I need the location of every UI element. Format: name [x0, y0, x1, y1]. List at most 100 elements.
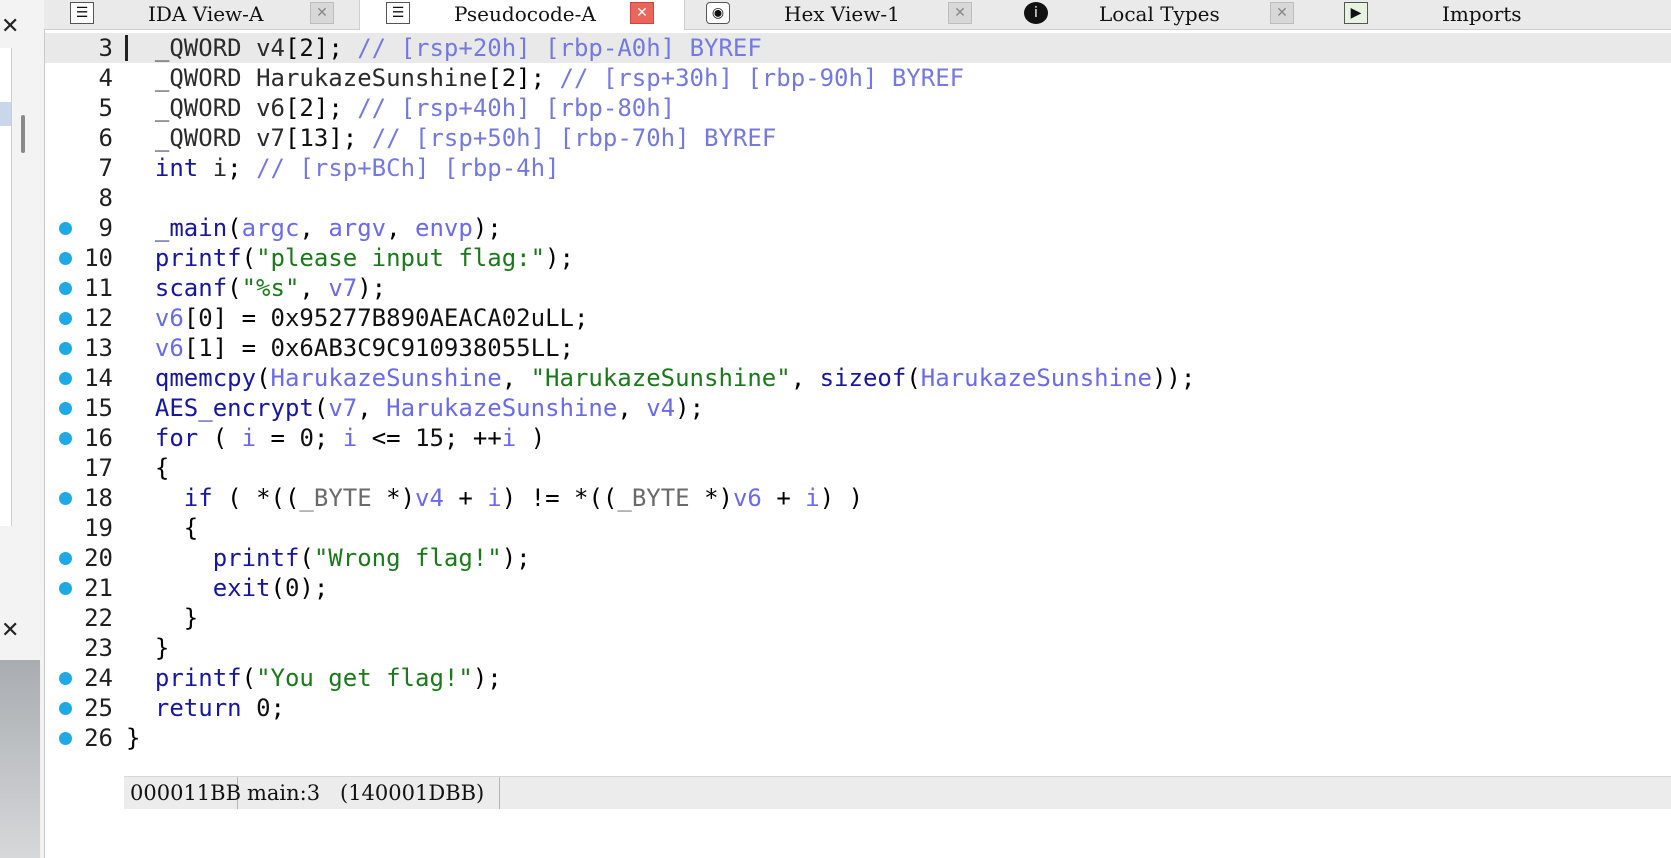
code-line[interactable]: 21 exit(0); [45, 573, 1671, 603]
pseudocode-view[interactable]: 3 _QWORD v4[2]; // [rsp+20h] [rbp-A0h] B… [45, 33, 1671, 828]
breakpoint-marker-icon[interactable] [59, 582, 72, 595]
breakpoint-marker-icon[interactable] [59, 402, 72, 415]
breakpoint-marker-icon[interactable] [59, 222, 72, 235]
line-number: 21 [84, 574, 113, 602]
tab-ida-view-a[interactable]: ☰ IDA View-A ✕ [44, 0, 349, 29]
info-icon: i [1024, 2, 1048, 24]
code-text: qmemcpy(HarukazeSunshine, "HarukazeSunsh… [154, 364, 1196, 392]
code-text: printf("please input flag:"); [154, 244, 574, 272]
breakpoint-marker-icon[interactable] [59, 312, 72, 325]
code-line[interactable]: 11 scanf("%s", v7); [45, 273, 1671, 303]
code-text: { [154, 454, 170, 482]
code-line[interactable]: 7 int i; // [rsp+BCh] [rbp-4h] [45, 153, 1671, 183]
tab-label: Pseudocode-A [454, 2, 596, 26]
tab-label: IDA View-A [148, 2, 264, 26]
code-line[interactable]: 16 for ( i = 0; i <= 15; ++i ) [45, 423, 1671, 453]
close-icon[interactable]: ✕ [1, 620, 19, 642]
line-number: 14 [84, 364, 113, 392]
left-dock-strip: ✕ ✕ [0, 0, 45, 858]
code-line[interactable]: 8 [45, 183, 1671, 213]
code-line[interactable]: 9 _main(argc, argv, envp); [45, 213, 1671, 243]
code-text: } [154, 634, 170, 662]
close-icon[interactable]: ✕ [1270, 2, 1294, 24]
line-number: 19 [84, 514, 113, 542]
hex-icon: ◉ [706, 2, 730, 24]
code-line[interactable]: 19 { [45, 513, 1671, 543]
code-line[interactable]: 6 _QWORD v7[13]; // [rsp+50h] [rbp-70h] … [45, 123, 1671, 153]
tab-imports[interactable]: ▶ Imports [1334, 0, 1671, 29]
breakpoint-marker-icon[interactable] [59, 342, 72, 355]
status-address: 000011BB [124, 777, 241, 809]
close-icon[interactable]: ✕ [948, 2, 972, 24]
line-number: 12 [84, 304, 113, 332]
listing-icon: ☰ [70, 2, 94, 24]
breakpoint-marker-icon[interactable] [59, 432, 72, 445]
tab-label: Imports [1442, 2, 1522, 26]
code-line[interactable]: 5 _QWORD v6[2]; // [rsp+40h] [rbp-80h] [45, 93, 1671, 123]
close-icon[interactable]: ✕ [310, 2, 334, 24]
line-number: 3 [98, 34, 113, 62]
code-text: { [183, 514, 199, 542]
tab-label: Hex View-1 [784, 2, 900, 26]
left-scrollbar-thumb[interactable] [21, 115, 25, 153]
code-line[interactable]: 22 } [45, 603, 1671, 633]
code-line[interactable]: 12 v6[0] = 0x95277B890AEACA02uLL; [45, 303, 1671, 333]
line-number: 18 [84, 484, 113, 512]
breakpoint-marker-icon[interactable] [59, 252, 72, 265]
breakpoint-marker-icon[interactable] [59, 552, 72, 565]
code-line[interactable]: 24 printf("You get flag!"); [45, 663, 1671, 693]
line-number: 5 [98, 94, 113, 122]
line-number: 10 [84, 244, 113, 272]
code-text: for ( i = 0; i <= 15; ++i ) [154, 424, 546, 452]
code-line[interactable]: 20 printf("Wrong flag!"); [45, 543, 1671, 573]
code-line[interactable]: 25 return 0; [45, 693, 1671, 723]
tab-hex-view-1[interactable]: ◉ Hex View-1 ✕ [694, 0, 976, 29]
line-number: 8 [98, 184, 113, 212]
code-line[interactable]: 23 } [45, 633, 1671, 663]
code-text: _QWORD v4[2]; // [rsp+20h] [rbp-A0h] BYR… [154, 34, 762, 62]
tab-local-types[interactable]: i Local Types ✕ [1010, 0, 1300, 29]
code-text: printf("Wrong flag!"); [212, 544, 531, 572]
line-number: 20 [84, 544, 113, 572]
line-number: 9 [98, 214, 113, 242]
code-line[interactable]: 14 qmemcpy(HarukazeSunshine, "HarukazeSu… [45, 363, 1671, 393]
code-line[interactable]: 10 printf("please input flag:"); [45, 243, 1671, 273]
breakpoint-marker-icon[interactable] [59, 372, 72, 385]
code-line[interactable]: 18 if ( *((_BYTE *)v4 + i) != *((_BYTE *… [45, 483, 1671, 513]
tab-label: Local Types [1099, 2, 1220, 26]
code-line[interactable]: 13 v6[1] = 0x6AB3C9C910938055LL; [45, 333, 1671, 363]
close-icon[interactable]: ✕ [1, 16, 19, 38]
breakpoint-marker-icon[interactable] [59, 672, 72, 685]
code-text: v6[1] = 0x6AB3C9C910938055LL; [154, 334, 574, 362]
close-icon[interactable]: ✕ [630, 2, 654, 24]
code-line[interactable]: 3 _QWORD v4[2]; // [rsp+20h] [rbp-A0h] B… [45, 33, 1671, 63]
breakpoint-marker-icon[interactable] [59, 702, 72, 715]
code-line[interactable]: 4 _QWORD HarukazeSunshine[2]; // [rsp+30… [45, 63, 1671, 93]
code-line[interactable]: 26} [45, 723, 1671, 753]
code-line[interactable]: 15 AES_encrypt(v7, HarukazeSunshine, v4)… [45, 393, 1671, 423]
line-number: 4 [98, 64, 113, 92]
line-number: 25 [84, 694, 113, 722]
code-text: AES_encrypt(v7, HarukazeSunshine, v4); [154, 394, 705, 422]
code-text: } [126, 724, 141, 752]
imports-icon: ▶ [1344, 2, 1368, 24]
listing-icon: ☰ [386, 2, 410, 24]
left-lower-panel [0, 660, 40, 858]
code-text: printf("You get flag!"); [154, 664, 502, 692]
line-number: 13 [84, 334, 113, 362]
breakpoint-marker-icon[interactable] [59, 732, 72, 745]
code-text: } [183, 604, 199, 632]
breakpoint-marker-icon[interactable] [59, 282, 72, 295]
code-line[interactable]: 17 { [45, 453, 1671, 483]
line-number: 26 [84, 724, 113, 752]
tab-pseudocode-a[interactable]: ☰ Pseudocode-A ✕ [359, 0, 685, 30]
code-text: _QWORD v7[13]; // [rsp+50h] [rbp-70h] BY… [154, 124, 777, 152]
line-number: 17 [84, 454, 113, 482]
code-text: _QWORD v6[2]; // [rsp+40h] [rbp-80h] [154, 94, 676, 122]
breakpoint-marker-icon[interactable] [59, 492, 72, 505]
tab-bar: ☰ IDA View-A ✕ ☰ Pseudocode-A ✕ ◉ Hex Vi… [44, 0, 1671, 30]
line-number: 24 [84, 664, 113, 692]
code-text: _main(argc, argv, envp); [154, 214, 502, 242]
status-bar: 000011BB main:3 (140001DBB) [124, 776, 1671, 809]
code-text: _QWORD HarukazeSunshine[2]; // [rsp+30h]… [154, 64, 965, 92]
